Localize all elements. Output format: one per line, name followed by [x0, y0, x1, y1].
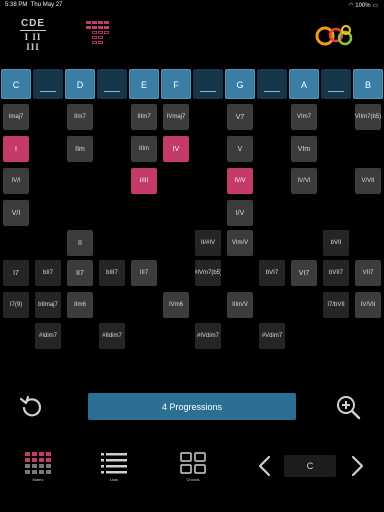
chord-button[interactable]: #Idim7 — [35, 323, 61, 349]
key-accidental[interactable] — [97, 69, 127, 99]
next-key-icon[interactable] — [348, 455, 366, 477]
app-rings-icon[interactable] — [314, 20, 358, 50]
chord-button[interactable]: V — [227, 136, 253, 162]
chord-button[interactable]: #IIdim7 — [99, 323, 125, 349]
status-date: Thu May 27 — [30, 2, 63, 8]
wifi-icon: ◠ — [348, 3, 354, 9]
chord-button[interactable]: V/I — [3, 200, 29, 226]
chord-button[interactable]: I7(9) — [3, 292, 29, 318]
key-c[interactable]: C — [1, 69, 31, 99]
reset-icon[interactable] — [18, 393, 46, 421]
key-e[interactable]: E — [129, 69, 159, 99]
tab-lists-label: Lists — [109, 477, 119, 482]
chords-tab-icon — [180, 452, 206, 474]
chord-button[interactable]: bVII7 — [323, 260, 349, 286]
battery-percent: 100% — [355, 3, 371, 9]
chord-button[interactable]: V7 — [227, 104, 253, 130]
chord-button[interactable]: IVmaj7 — [163, 104, 189, 130]
key-value: C — [306, 461, 314, 471]
chord-button[interactable]: VII7 — [355, 260, 381, 286]
key-accidental[interactable] — [193, 69, 223, 99]
chord-button[interactable]: Imaj7 — [3, 104, 29, 130]
chord-button[interactable]: bVII — [323, 230, 349, 256]
chord-button[interactable]: IIIm — [131, 136, 157, 162]
chord-button[interactable]: V/VII — [355, 168, 381, 194]
status-right: ◠ 100% ▭ — [348, 2, 378, 9]
status-bar: 5:38 PM Thu May 27 ◠ 100% ▭ — [0, 0, 384, 10]
logo-top-text: CDE — [20, 18, 46, 29]
chord-button[interactable]: VIIm7(b5) — [355, 104, 381, 130]
chord-button[interactable]: I/III — [131, 168, 157, 194]
battery-icon: ▭ — [372, 3, 378, 9]
chord-button[interactable]: IV/V — [227, 168, 253, 194]
chord-button[interactable]: I7/bVII — [323, 292, 349, 318]
key-accidental[interactable] — [321, 69, 351, 99]
chord-button[interactable]: IIm — [67, 136, 93, 162]
chord-button[interactable]: VIm7 — [291, 104, 317, 130]
chord-button[interactable]: IIIm7 — [131, 104, 157, 130]
tab-chords[interactable]: Chords — [169, 452, 217, 488]
key-accidental[interactable] — [257, 69, 287, 99]
tab-lists[interactable]: Lists — [90, 452, 138, 488]
chord-button[interactable]: #IVm7(b5) — [195, 260, 221, 286]
chord-button[interactable]: I7 — [3, 260, 29, 286]
chord-button[interactable]: bIImaj7 — [35, 292, 61, 318]
list-tab-icon — [101, 453, 127, 474]
chord-button[interactable]: VI7 — [291, 260, 317, 286]
previous-key-icon[interactable] — [256, 455, 274, 477]
chord-button[interactable]: IVm6 — [163, 292, 189, 318]
key-a[interactable]: A — [289, 69, 319, 99]
chord-button[interactable]: bVI7 — [259, 260, 285, 286]
progressions-label: 4 Progressions — [161, 401, 223, 412]
chord-button[interactable]: IIIm/V — [227, 292, 253, 318]
logo-bottom-text: I II III — [24, 32, 42, 52]
chord-button[interactable]: IV/I — [3, 168, 29, 194]
chord-button[interactable]: VIm/V — [227, 230, 253, 256]
chord-button[interactable]: I/V — [227, 200, 253, 226]
chord-button[interactable]: III7 — [131, 260, 157, 286]
tab-matrix[interactable]: Matrix — [14, 452, 62, 488]
key-display[interactable]: C — [284, 455, 336, 477]
chord-button[interactable]: bIII7 — [99, 260, 125, 286]
chord-button[interactable]: VIm — [291, 136, 317, 162]
chord-button[interactable]: #Vdim7 — [259, 323, 285, 349]
key-f[interactable]: F — [161, 69, 191, 99]
key-accidental[interactable] — [33, 69, 63, 99]
chord-button[interactable]: IV/VI — [291, 168, 317, 194]
chord-button[interactable]: II — [67, 230, 93, 256]
chord-button[interactable]: II7 — [67, 260, 93, 286]
key-d[interactable]: D — [65, 69, 95, 99]
matrix-grid-icon[interactable] — [86, 21, 110, 47]
tab-chords-label: Chords — [186, 477, 200, 482]
chord-button[interactable]: #IVdim7 — [195, 323, 221, 349]
zoom-in-icon[interactable] — [334, 393, 362, 421]
key-g[interactable]: G — [225, 69, 255, 99]
chord-button[interactable]: I — [3, 136, 29, 162]
status-time: 5:38 PM — [5, 2, 28, 8]
progressions-button[interactable]: 4 Progressions — [88, 393, 296, 420]
chord-button[interactable]: IIm6 — [67, 292, 93, 318]
key-row: C D EF G A B — [0, 69, 384, 100]
chord-button[interactable]: IV — [163, 136, 189, 162]
tab-matrix-label: Matrix — [32, 477, 44, 482]
chord-button[interactable]: IIm7 — [67, 104, 93, 130]
matrix-tab-icon — [25, 452, 51, 474]
key-b[interactable]: B — [353, 69, 383, 99]
app-logo[interactable]: CDE I II III — [20, 18, 46, 52]
chord-button[interactable]: II/#IV — [195, 230, 221, 256]
chord-button[interactable]: IV/VII — [355, 292, 381, 318]
chord-button[interactable]: bII7 — [35, 260, 61, 286]
status-time-date: 5:38 PM Thu May 27 — [5, 2, 62, 8]
logo-divider — [20, 30, 46, 31]
